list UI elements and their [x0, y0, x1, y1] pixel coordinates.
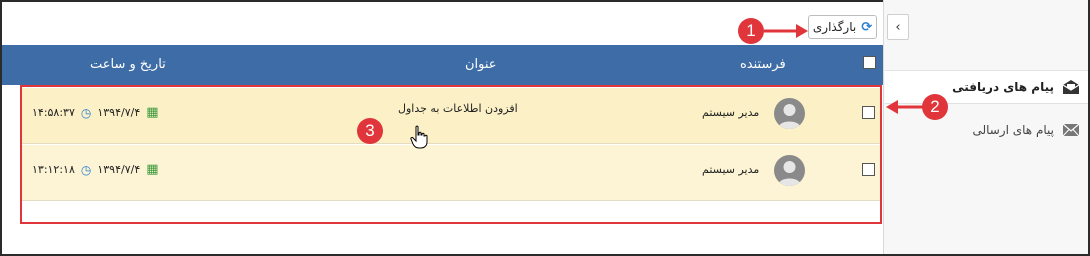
annotation-arrow-2 [886, 100, 924, 114]
select-all-checkbox[interactable] [863, 56, 876, 69]
reload-label: بارگذاری [812, 20, 857, 34]
table-header: تاریخ و ساعت عنوان فرستنده [2, 45, 883, 85]
envelope-open-icon [1062, 79, 1080, 95]
hand-cursor-icon [410, 125, 428, 149]
annotation-badge-3: 3 [357, 118, 383, 144]
sidebar-item-label: پیام های دریافتی [952, 80, 1054, 94]
refresh-icon: ⟳ [861, 19, 873, 35]
column-header-sender[interactable]: فرستنده [740, 57, 786, 72]
reload-button[interactable]: ⟳ بارگذاری [808, 15, 877, 39]
annotation-arrow-1 [764, 24, 808, 38]
annotation-highlight-box [20, 85, 882, 224]
chevron-left-icon: ‹ [895, 19, 901, 35]
column-header-datetime[interactable]: تاریخ و ساعت [90, 57, 166, 72]
envelope-icon [1062, 123, 1080, 137]
sidebar-item-inbox[interactable]: پیام های دریافتی [885, 70, 1088, 104]
annotation-badge-2: 2 [922, 94, 948, 120]
annotation-badge-1: 1 [738, 18, 764, 44]
sidebar-item-sent[interactable]: پیام های ارسالی [885, 113, 1088, 147]
collapse-sidebar-button[interactable]: ‹ [887, 14, 909, 40]
sidebar-item-label: پیام های ارسالی [972, 123, 1054, 137]
column-header-title[interactable]: عنوان [465, 57, 497, 72]
